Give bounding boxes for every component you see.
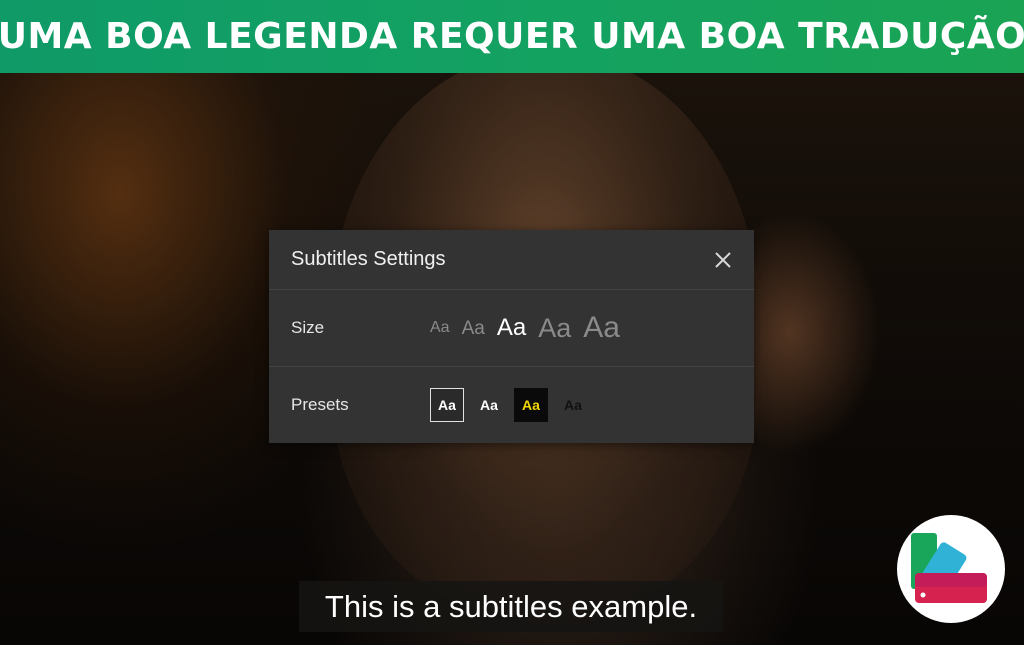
preset-yellow-on-black[interactable]: Aa [514,388,548,422]
close-icon [715,252,731,268]
app-logo [897,515,1005,623]
size-option-xsmall[interactable]: Aa [430,320,450,336]
presets-label: Presets [291,395,349,414]
subtitle-caption: This is a subtitles example. [299,581,723,632]
size-option-small[interactable]: Aa [462,319,485,338]
close-button[interactable] [710,247,736,273]
preset-options: Aa Aa Aa Aa [430,367,598,443]
preset-white[interactable]: Aa [472,388,506,422]
size-option-medium[interactable]: Aa [497,316,526,340]
size-options: Aa Aa Aa Aa Aa [430,290,632,366]
size-option-large[interactable]: Aa [538,314,571,342]
presets-row: Presets Aa Aa Aa Aa [269,367,754,443]
size-option-xlarge[interactable]: Aa [583,313,620,343]
size-row: Size Aa Aa Aa Aa Aa [269,290,754,367]
dialog-header: Subtitles Settings [269,230,754,290]
preset-white-outline[interactable]: Aa [430,388,464,422]
title-banner: UMA BOA LEGENDA REQUER UMA BOA TRADUÇÃO [0,0,1024,73]
dialog-title: Subtitles Settings [291,248,446,270]
size-label: Size [291,318,325,337]
banner-text: UMA BOA LEGENDA REQUER UMA BOA TRADUÇÃO [0,16,1024,57]
subtitles-settings-dialog: Subtitles Settings Size Aa Aa Aa Aa Aa P… [269,230,754,443]
subtitle-text: This is a subtitles example. [324,588,698,624]
preset-black[interactable]: Aa [556,388,590,422]
app-logo-icon [911,533,987,603]
